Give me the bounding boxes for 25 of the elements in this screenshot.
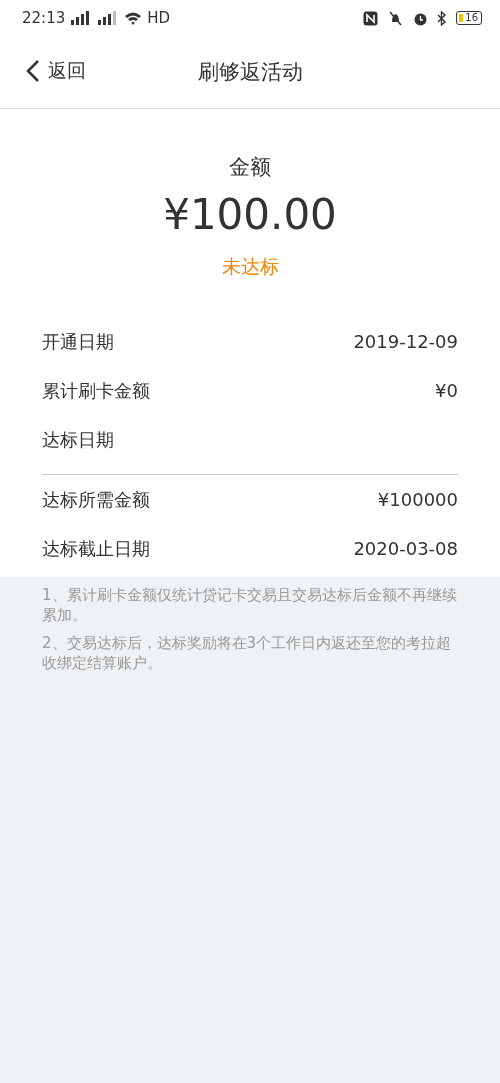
row-label: 达标截止日期 [42, 536, 150, 561]
back-label: 返回 [48, 58, 86, 83]
row-label: 达标所需金额 [42, 487, 150, 512]
wifi-icon [124, 11, 143, 25]
row-label: 开通日期 [42, 329, 114, 354]
muted-bell-icon [387, 10, 405, 26]
row-label: 累计刷卡金额 [42, 378, 150, 403]
status-text: 未达标 [221, 254, 279, 279]
row-value: 2019-12-09 [353, 331, 458, 352]
nfc-icon [363, 10, 379, 26]
chevron-left-icon [26, 59, 40, 83]
note-text: 1、累计刷卡金额仅统计贷记卡交易且交易达标后金额不再继续累加。 [42, 585, 458, 625]
row-value: ¥0 [435, 380, 458, 401]
bluetooth-icon [437, 10, 448, 26]
row-value: 2020-03-08 [353, 538, 458, 559]
note-text: 2、交易达标后，达标奖励将在3个工作日内返还至您的考拉超收绑定结算账户。 [42, 633, 453, 673]
back-button[interactable]: 返回 [26, 58, 86, 84]
page-title: 刷够返活动 [197, 59, 303, 86]
network-label: HD [147, 9, 171, 27]
row-value: ¥100000 [377, 489, 458, 510]
row-label: 达标日期 [42, 427, 114, 452]
clock: 22:13 [22, 9, 66, 27]
battery-icon: 16 [456, 11, 482, 25]
amount-value: ¥100.00 [163, 189, 337, 241]
amount-label: 金额 [229, 154, 271, 181]
